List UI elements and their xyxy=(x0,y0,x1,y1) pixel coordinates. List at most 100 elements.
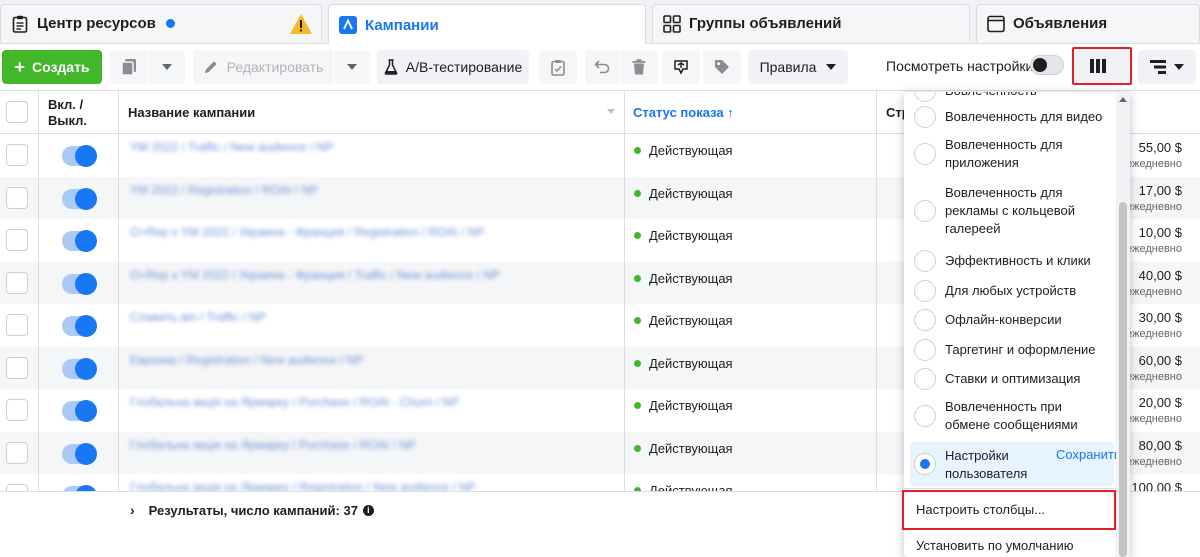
info-icon[interactable]: i xyxy=(362,504,374,516)
tab-resource-center[interactable]: Центр ресурсов xyxy=(0,4,322,42)
set-default-item[interactable]: Установить по умолчанию xyxy=(916,538,1073,553)
delivery-status: Действующая xyxy=(634,398,733,413)
toolbar: + Создать Редактировать A/B-тестирование… xyxy=(0,44,1200,90)
radio-button[interactable] xyxy=(914,309,936,331)
radio-button[interactable] xyxy=(914,106,936,128)
campaign-toggle[interactable] xyxy=(62,230,97,252)
toggle-knob xyxy=(75,272,97,295)
radio-button[interactable] xyxy=(914,200,936,222)
edit-dropdown-button[interactable] xyxy=(334,50,370,84)
radio-button[interactable] xyxy=(914,280,936,302)
caret-down-icon xyxy=(1174,64,1184,70)
radio-button[interactable] xyxy=(914,250,936,272)
delete-button[interactable] xyxy=(620,50,658,84)
dropdown-item[interactable]: Вовлеченность при обмене сообщениями xyxy=(910,398,1114,434)
delivery-status: Действующая xyxy=(634,186,733,201)
status-dot xyxy=(634,147,641,154)
campaign-toggle[interactable] xyxy=(62,400,97,422)
export-button[interactable] xyxy=(662,50,700,84)
row-checkbox[interactable] xyxy=(6,356,28,379)
create-button[interactable]: + Создать xyxy=(2,50,102,84)
results-summary[interactable]: › Результаты, число кампаний: 37 i xyxy=(130,502,374,518)
dropdown-item[interactable]: Вовлеченность для приложения xyxy=(910,136,1114,172)
header-campaign-name[interactable]: Название кампании xyxy=(128,91,255,134)
column-divider xyxy=(38,90,39,491)
campaign-toggle[interactable] xyxy=(62,272,97,295)
radio-button[interactable] xyxy=(914,92,936,102)
dropdown-item-custom[interactable]: Настройки пользователя Сохранить xyxy=(910,442,1121,486)
campaign-toggle[interactable] xyxy=(62,357,97,380)
dropdown-item[interactable]: Вовлеченность для рекламы с кольцевой га… xyxy=(910,184,1114,238)
status-dot xyxy=(634,402,641,409)
scrollbar-thumb[interactable] xyxy=(1119,202,1127,557)
save-link[interactable]: Сохранить xyxy=(1056,446,1121,464)
radio-button[interactable] xyxy=(914,405,936,427)
row-checkbox[interactable] xyxy=(6,144,28,166)
tab-ads[interactable]: Объявления xyxy=(976,4,1200,42)
row-checkbox[interactable] xyxy=(6,399,28,421)
columns-icon xyxy=(1090,59,1106,73)
dropdown-item[interactable]: Вовлеченность для видео xyxy=(910,106,1114,128)
campaign-name[interactable]: Евразиа / Registration / New audience / … xyxy=(130,353,363,367)
dropdown-item[interactable]: Таргетинг и оформление xyxy=(910,339,1114,361)
columns-button[interactable] xyxy=(1072,47,1132,85)
status-dot xyxy=(634,274,641,282)
clipboard-check-icon xyxy=(551,59,565,76)
campaign-name[interactable]: O+Rep x YM 2022 / Украина - Франция / Tr… xyxy=(130,268,500,282)
row-checkbox[interactable] xyxy=(6,229,28,251)
dropdown-item[interactable]: Ставки и оптимизация xyxy=(910,368,1114,390)
trash-icon xyxy=(632,59,646,75)
breakdown-button[interactable] xyxy=(1138,50,1196,84)
dropdown-scrollbar[interactable] xyxy=(1116,92,1130,557)
scroll-up-icon[interactable] xyxy=(1119,97,1127,102)
campaign-toggle[interactable] xyxy=(62,145,97,167)
tab-label: Центр ресурсов xyxy=(37,15,156,32)
toggle-knob xyxy=(75,442,97,465)
view-settings-toggle[interactable] xyxy=(1030,55,1064,75)
campaign-name[interactable]: YM 2022 / Traffic / New audience / NP xyxy=(130,140,333,154)
edit-button[interactable]: Редактировать xyxy=(193,50,333,84)
radio-button[interactable] xyxy=(914,368,936,390)
column-divider xyxy=(876,90,877,557)
campaign-name[interactable]: Глобальна акція на Ярмарку / Purchase / … xyxy=(130,438,416,452)
status-dot xyxy=(634,444,641,452)
row-checkbox[interactable] xyxy=(6,271,28,294)
campaign-toggle[interactable] xyxy=(62,442,97,465)
radio-button[interactable] xyxy=(914,143,936,165)
dropdown-item[interactable]: Для любых устройств xyxy=(910,280,1114,302)
report-button[interactable] xyxy=(539,50,577,84)
header-onoff[interactable]: Вкл. / Выкл. xyxy=(48,91,118,134)
caret-down-icon xyxy=(162,64,172,70)
radio-button[interactable] xyxy=(914,339,936,361)
campaign-name[interactable]: O+Rep x YM 2022 / Украина - Франция / Re… xyxy=(130,225,484,239)
campaign-toggle[interactable] xyxy=(62,315,97,337)
tab-campaigns[interactable]: Кампании xyxy=(328,4,646,45)
select-all-checkbox[interactable] xyxy=(6,101,28,123)
ab-test-button[interactable]: A/B-тестирование xyxy=(377,50,529,84)
campaign-name[interactable]: Cлавить.ain / Traffic / NP xyxy=(130,310,266,324)
tag-button[interactable] xyxy=(703,50,741,84)
undo-button[interactable] xyxy=(585,50,619,84)
dropdown-item[interactable]: Вовлеченность xyxy=(910,92,1114,102)
header-delivery-status[interactable]: Статус показа ↑ xyxy=(633,91,734,134)
toggle-knob xyxy=(75,357,97,380)
duplicate-dropdown-button[interactable] xyxy=(149,50,185,84)
dropdown-item[interactable]: Офлайн-конверсии xyxy=(910,309,1114,331)
tab-label: Кампании xyxy=(365,16,439,34)
delivery-status: Действующая xyxy=(634,313,733,328)
rules-button[interactable]: Правила xyxy=(748,50,848,84)
notification-dot xyxy=(165,19,175,28)
row-checkbox[interactable] xyxy=(6,441,28,464)
row-checkbox[interactable] xyxy=(6,186,28,209)
warning-icon[interactable] xyxy=(289,13,313,39)
radio-button-checked[interactable] xyxy=(914,453,936,475)
tab-adsets[interactable]: Группы объявлений xyxy=(652,4,970,42)
highlight-box xyxy=(902,490,1116,530)
duplicate-button[interactable] xyxy=(110,50,148,84)
campaign-toggle[interactable] xyxy=(62,187,97,210)
dropdown-item[interactable]: Эффективность и клики xyxy=(910,250,1114,272)
campaign-name[interactable]: Глобальна акція на Ярмарку / Purchase / … xyxy=(130,395,459,409)
row-checkbox[interactable] xyxy=(6,314,28,336)
campaign-name[interactable]: YM 2022 / Registration / ROAI / NP xyxy=(130,183,318,197)
pencil-icon xyxy=(204,61,217,73)
